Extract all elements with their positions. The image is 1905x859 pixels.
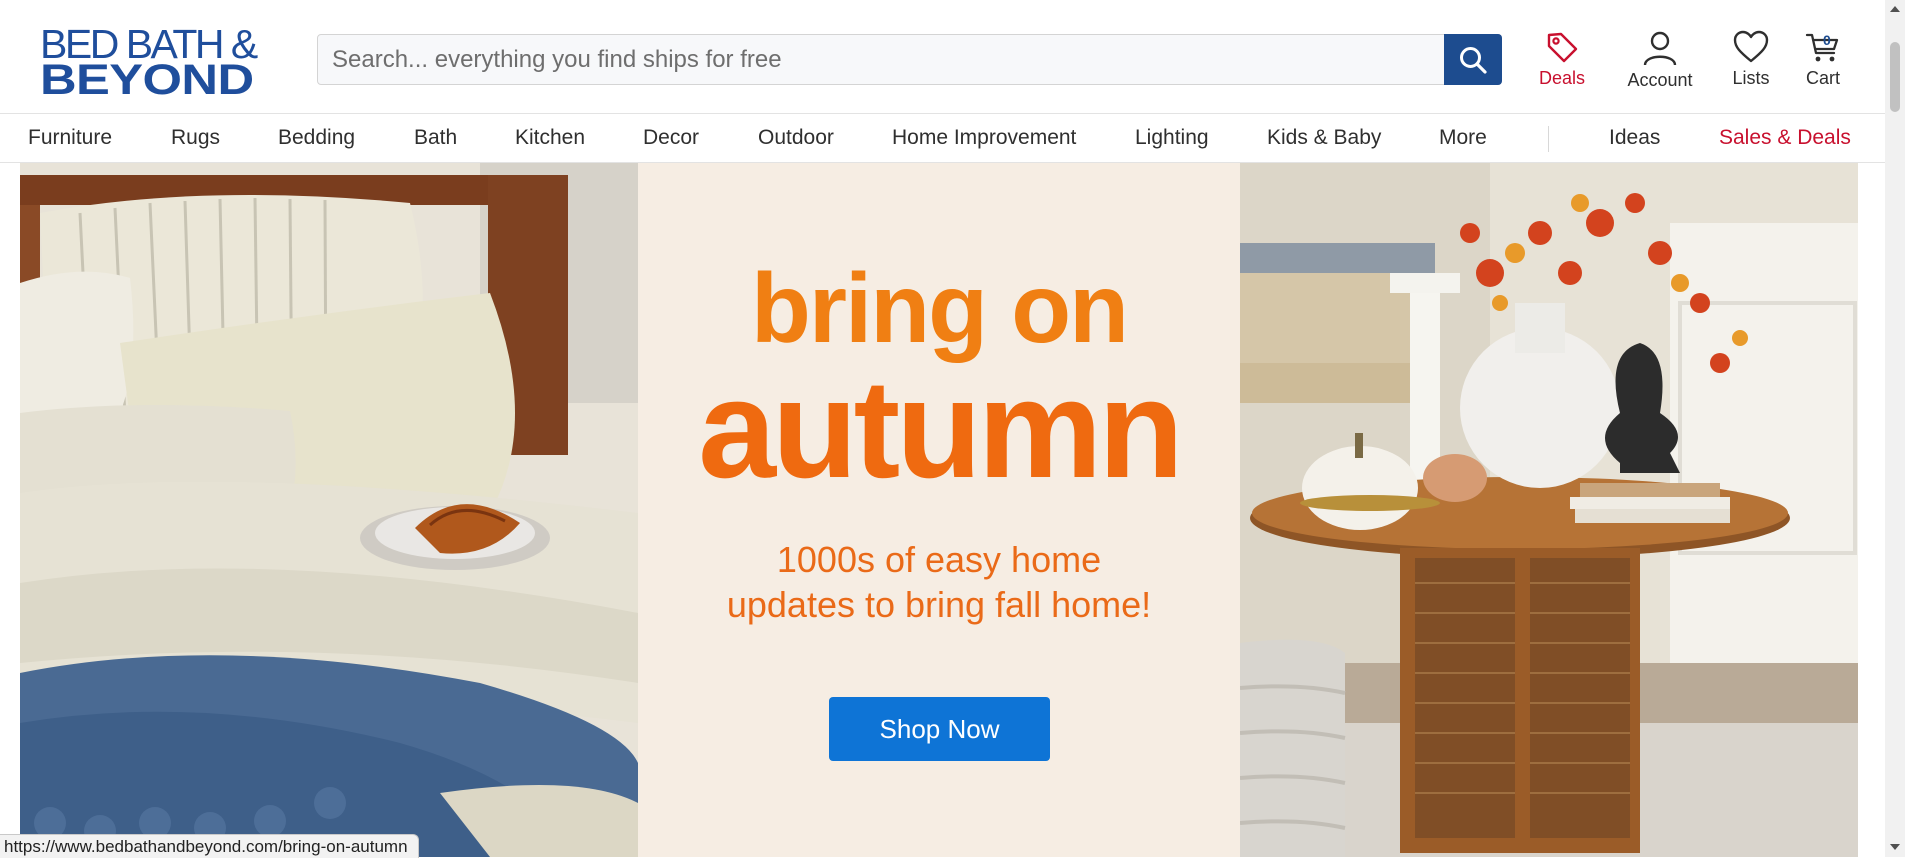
hero-image-bedding xyxy=(20,163,638,857)
lists-link[interactable]: Lists xyxy=(1720,30,1782,92)
main-nav: Furniture Rugs Bedding Bath Kitchen Deco… xyxy=(0,113,1885,163)
search-input[interactable] xyxy=(332,35,1432,84)
heart-icon xyxy=(1733,30,1769,63)
nav-item-kitchen[interactable]: Kitchen xyxy=(515,126,585,150)
scroll-down-arrow-icon[interactable] xyxy=(1885,838,1905,856)
nav-item-furniture[interactable]: Furniture xyxy=(28,126,112,150)
hero-headline-line2: autumn xyxy=(698,350,1184,507)
deals-link[interactable]: Deals xyxy=(1530,30,1594,92)
scroll-up-arrow-icon[interactable] xyxy=(1885,0,1905,18)
search-icon xyxy=(1460,46,1487,74)
bedding-illustration xyxy=(20,163,638,857)
nav-item-rugs[interactable]: Rugs xyxy=(171,126,220,150)
link-status-tooltip: https://www.bedbathandbeyond.com/bring-o… xyxy=(0,834,419,858)
vertical-scrollbar[interactable] xyxy=(1885,0,1905,857)
nav-item-decor[interactable]: Decor xyxy=(643,126,699,150)
nav-divider xyxy=(1548,126,1549,152)
nav-item-bath[interactable]: Bath xyxy=(414,126,457,150)
hero-sub-line1: 1000s of easy home xyxy=(776,539,1102,580)
side-table-illustration xyxy=(1240,163,1858,857)
hero-text-panel: bring on autumn 1000s of easy home updat… xyxy=(638,163,1240,857)
nav-item-ideas[interactable]: Ideas xyxy=(1609,126,1660,150)
hero-image-side-table xyxy=(1240,163,1858,857)
hero-headline-line1: bring on xyxy=(751,253,1129,363)
nav-item-home-improvement[interactable]: Home Improvement xyxy=(892,126,1076,150)
hero-banner[interactable]: bring on autumn 1000s of easy home updat… xyxy=(20,163,1858,857)
nav-item-sales-deals[interactable]: Sales & Deals xyxy=(1719,126,1851,150)
cart-label: Cart xyxy=(1805,68,1840,88)
nav-item-outdoor[interactable]: Outdoor xyxy=(758,126,834,150)
hero-sub-line2: updates to bring fall home! xyxy=(726,584,1152,625)
shop-now-button[interactable]: Shop Now xyxy=(829,697,1050,761)
cart-count-badge: 0 xyxy=(1823,32,1831,48)
tag-icon xyxy=(1547,32,1578,63)
scrollbar-thumb[interactable] xyxy=(1890,42,1900,112)
nav-item-kids-baby[interactable]: Kids & Baby xyxy=(1267,126,1381,150)
search-button[interactable] xyxy=(1444,34,1502,85)
account-link[interactable]: Account xyxy=(1620,30,1700,92)
deals-label: Deals xyxy=(1538,68,1586,88)
nav-item-more[interactable]: More xyxy=(1439,126,1487,150)
hero-subheadline: 1000s of easy home updates to bring fall… xyxy=(638,537,1240,627)
nav-item-lighting[interactable]: Lighting xyxy=(1135,126,1209,150)
account-icon xyxy=(1643,31,1677,66)
nav-item-bedding[interactable]: Bedding xyxy=(278,126,355,150)
search-bar xyxy=(317,34,1502,85)
logo-line-2: BEYOND xyxy=(40,56,254,104)
lists-label: Lists xyxy=(1732,68,1770,88)
site-header: BED BATH & BEYOND Deals Account Lists xyxy=(0,0,1885,113)
account-label: Account xyxy=(1627,70,1693,90)
cart-link[interactable]: 0 Cart xyxy=(1795,30,1851,92)
brand-logo[interactable]: BED BATH & BEYOND xyxy=(40,24,274,102)
